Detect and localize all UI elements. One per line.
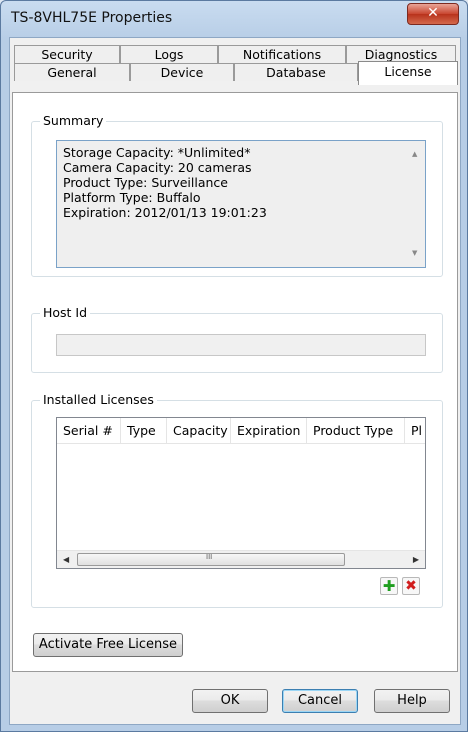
summary-label: Summary <box>40 113 107 128</box>
summary-vertical-scrollbar[interactable]: ▲ ▼ <box>408 141 425 267</box>
delete-icon: ✖ <box>405 578 417 594</box>
installed-licenses-label: Installed Licenses <box>40 392 157 407</box>
scroll-right-icon[interactable]: ▶ <box>413 555 419 564</box>
licenses-list[interactable]: Serial # Type Capacity Expiration Produc… <box>56 417 426 569</box>
column-type[interactable]: Type <box>121 418 167 443</box>
column-product-type[interactable]: Product Type <box>307 418 405 443</box>
tab-security[interactable]: Security <box>14 45 120 63</box>
dialog-client-area: Security Logs Notifications Diagnostics … <box>9 37 461 725</box>
tab-license[interactable]: License <box>358 61 458 85</box>
scroll-down-icon[interactable]: ▼ <box>412 246 417 261</box>
tab-strip: Security Logs Notifications Diagnostics … <box>12 45 460 89</box>
licenses-list-header: Serial # Type Capacity Expiration Produc… <box>57 418 425 444</box>
summary-line-camera: Camera Capacity: 20 cameras <box>63 160 252 175</box>
column-platform[interactable]: Pl <box>405 418 425 443</box>
tab-notifications[interactable]: Notifications <box>218 45 346 63</box>
licenses-horizontal-scrollbar[interactable]: ◀ III ▶ <box>57 550 425 568</box>
scroll-up-icon[interactable]: ▲ <box>412 147 417 162</box>
summary-line-product: Product Type: Surveillance <box>63 175 228 190</box>
summary-textbox[interactable]: Storage Capacity: *Unlimited* Camera Cap… <box>56 140 426 268</box>
cancel-button[interactable]: Cancel <box>282 689 358 713</box>
host-id-group: Host Id <box>31 305 443 373</box>
column-capacity[interactable]: Capacity <box>167 418 231 443</box>
summary-group: Summary Storage Capacity: *Unlimited* Ca… <box>31 113 443 277</box>
column-expiration[interactable]: Expiration <box>231 418 307 443</box>
host-id-label: Host Id <box>40 305 91 320</box>
summary-line-expiration: Expiration: 2012/01/13 19:01:23 <box>63 205 267 220</box>
summary-line-storage: Storage Capacity: *Unlimited* <box>63 145 251 160</box>
window-title: TS-8VHL75E Properties <box>11 10 173 26</box>
tab-device[interactable]: Device <box>130 63 234 81</box>
plus-icon: ✚ <box>382 577 396 595</box>
installed-licenses-group: Installed Licenses Serial # Type Capacit… <box>31 392 443 608</box>
scroll-grip: III <box>206 553 213 561</box>
tab-logs[interactable]: Logs <box>120 45 218 63</box>
title-bar[interactable]: TS-8VHL75E Properties ✕ <box>1 1 467 37</box>
host-id-field[interactable] <box>56 334 426 356</box>
activate-free-license-button[interactable]: Activate Free License <box>33 633 183 657</box>
summary-line-platform: Platform Type: Buffalo <box>63 190 201 205</box>
scroll-left-icon[interactable]: ◀ <box>63 555 69 564</box>
add-license-button[interactable]: ✚ <box>380 577 398 595</box>
close-icon: ✕ <box>427 5 439 21</box>
tab-general[interactable]: General <box>14 63 130 81</box>
scroll-thumb[interactable]: III <box>77 553 345 566</box>
properties-window: TS-8VHL75E Properties ✕ Security Logs No… <box>0 0 468 732</box>
close-button[interactable]: ✕ <box>407 3 459 25</box>
help-button[interactable]: Help <box>374 689 450 713</box>
column-serial[interactable]: Serial # <box>57 418 121 443</box>
remove-license-button[interactable]: ✖ <box>402 577 420 595</box>
license-tab-panel: Summary Storage Capacity: *Unlimited* Ca… <box>12 92 458 672</box>
ok-button[interactable]: OK <box>192 689 268 713</box>
tab-database[interactable]: Database <box>234 63 358 81</box>
